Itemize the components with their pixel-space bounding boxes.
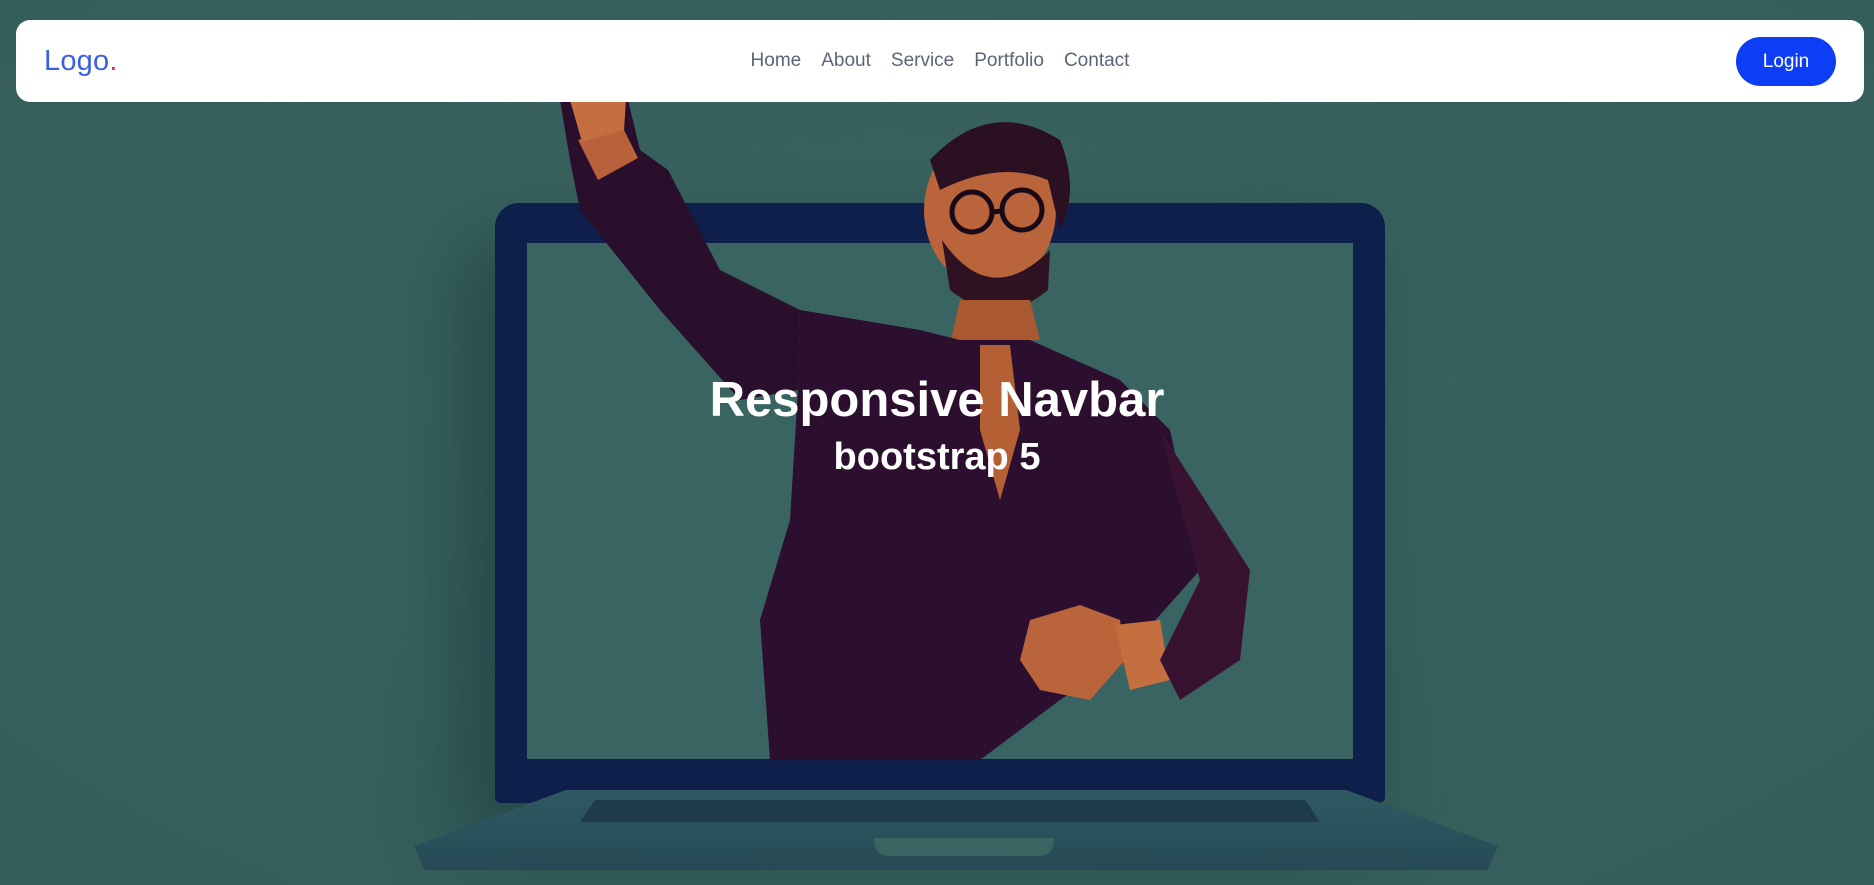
login-button[interactable]: Login <box>1736 37 1836 86</box>
hero-text: Responsive Navbar bootstrap 5 <box>0 372 1874 480</box>
nav-link-about[interactable]: About <box>821 50 871 72</box>
nav-link-contact[interactable]: Contact <box>1064 50 1129 72</box>
nav-links: Home About Service Portfolio Contact <box>751 20 1130 102</box>
laptop-notch-image <box>874 838 1054 856</box>
hero-subtitle: bootstrap 5 <box>833 436 1041 479</box>
nav-link-portfolio[interactable]: Portfolio <box>974 50 1044 72</box>
hero-title: Responsive Navbar <box>709 373 1165 427</box>
hero-background: Logo. Home About Service Portfolio Conta… <box>0 0 1874 885</box>
nav-link-home[interactable]: Home <box>751 50 802 72</box>
laptop-keyboard-image <box>580 800 1320 822</box>
logo-dot: . <box>109 44 118 77</box>
navbar: Logo. Home About Service Portfolio Conta… <box>16 20 1864 102</box>
nav-link-service[interactable]: Service <box>891 50 954 72</box>
logo-link[interactable]: Logo. <box>44 45 118 78</box>
logo-text: Logo <box>44 44 110 77</box>
